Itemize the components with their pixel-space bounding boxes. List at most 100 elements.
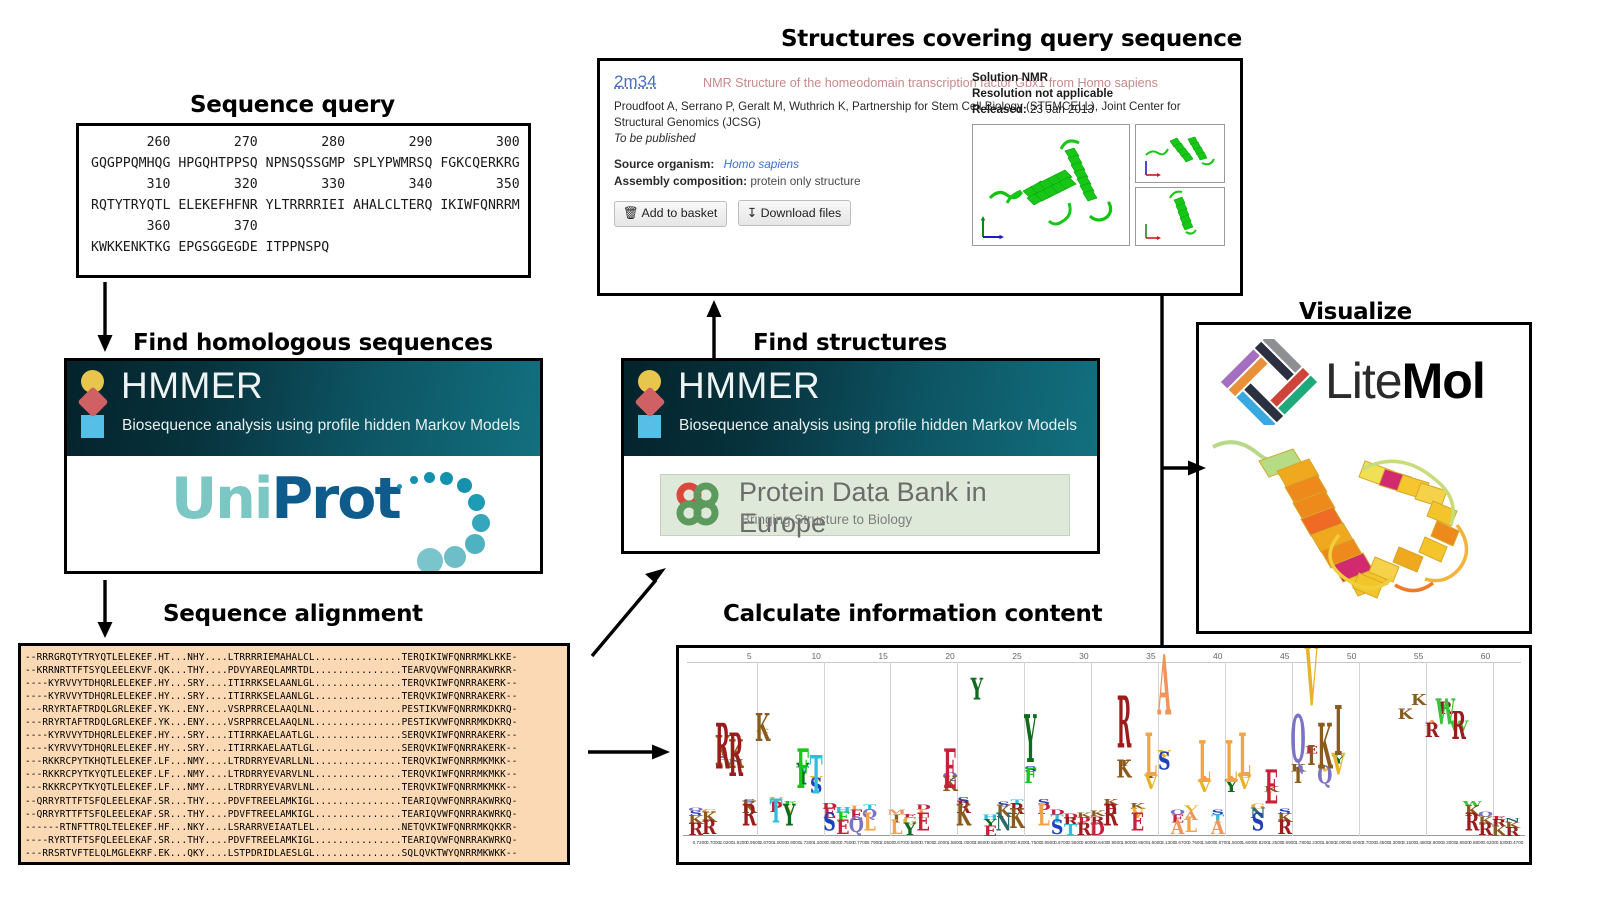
logo-axis-number: 2.1300 (1161, 840, 1176, 845)
alignment-row: ---RRYRTAFTRDQLGRLEKEF.YK...ENY....VSRPR… (25, 704, 518, 716)
logo-letter: K (955, 799, 971, 834)
logo-axis-number: 1.9000 (1121, 840, 1136, 845)
logo-axis-number: 1.8000 (1321, 840, 1336, 845)
sequence-logo-plot: 5 10 15 20 25 30 35 40 45 50 55 60 QSKRGKRSKRNKRSKR… (679, 648, 1529, 862)
logo-axis-number: 1.6000 (1241, 840, 1256, 845)
logo-axis-number: 0.5800 (906, 840, 921, 845)
logo-column: QKR (1478, 811, 1493, 839)
logo-axis-number: 3.6500 (973, 840, 988, 845)
square-icon (638, 415, 661, 438)
add-to-basket-button[interactable]: 🗑 Add to basket (614, 201, 728, 227)
logo-axis-number: 2.6700 (759, 840, 774, 845)
hmmer-banner: HMMER Biosequence analysis using profile… (67, 361, 540, 456)
alignment-row: ----RYRTTFTSFQLEELEKAF.SR...THY....PDVFT… (25, 834, 518, 846)
logo-column: SKR (1277, 808, 1292, 838)
logo-axis-number: 0.9500 (746, 840, 761, 845)
logo-axis-number: 1.7300 (799, 840, 814, 845)
arrow-hmmer2-to-structures (706, 300, 722, 358)
logo-axis-number: 1.2500 (1268, 840, 1283, 845)
download-icon: ↧ (746, 206, 758, 220)
alignment-row: ---RRYRTAFTRDQLGRLEKEF.YK...ENY....VSRPR… (25, 717, 518, 729)
logo-letter: E (1264, 762, 1278, 817)
diamond-icon (634, 386, 666, 418)
caption-calculate-info: Calculate information content (723, 601, 1103, 627)
logo-axis-number: 3.1500 (1402, 840, 1417, 845)
logo-column: SPL (1037, 798, 1050, 836)
uniprot-logo: UniProt (67, 456, 540, 571)
alignment-row: ---RKKRCPYTKHQTLELEKEF.LF...NMY....LTRDR… (25, 756, 518, 768)
alignment-row: --RRRGRQTYTRYQTLELEKEF.HT...NHY....LTRRR… (25, 652, 518, 663)
logo-axis-number: 3.3000 (1388, 840, 1403, 845)
structure-image-main[interactable] (972, 124, 1130, 246)
logo-axis-number: 1.0000 (960, 840, 975, 845)
logo-axis-number: 3.3000 (1442, 840, 1457, 845)
logo-letter: Y (1024, 705, 1037, 782)
logo-column: EGY (902, 813, 917, 840)
square-icon (81, 415, 104, 438)
arrow-alignment-to-logo (588, 744, 670, 760)
logo-letter: R (688, 820, 703, 840)
logo-column: VST (809, 748, 823, 836)
logo-axis-number: 0.8500 (826, 840, 841, 845)
litemol-text-lite: Lite (1325, 353, 1403, 409)
logo-letter: K (1317, 714, 1333, 788)
hmmer-title: HMMER (678, 365, 821, 406)
logo-column: QEA (1170, 809, 1185, 838)
caption-structures: Structures covering query sequence (781, 26, 1242, 52)
logo-letter: L (863, 808, 876, 838)
logo-column: IKR (1117, 687, 1132, 836)
logo-tick-label: 20 (945, 651, 955, 661)
logo-letter: R (701, 817, 717, 840)
hmmer-subtitle: Biosequence analysis using profile hidde… (122, 417, 521, 434)
logo-axis-number: 2.2000 (933, 840, 948, 845)
hmmer-banner: HMMER Biosequence analysis using profile… (624, 361, 1097, 456)
alignment-row: ----KYRVVYTDHQRLELEKEF.HY...SRY....ITIRR… (25, 730, 518, 742)
logo-column: EIV (1305, 648, 1319, 836)
logo-column: WKR (1462, 800, 1482, 836)
diamond-icon (77, 386, 109, 418)
logo-tick-label: 60 (1480, 651, 1491, 661)
litemol-3d-viewer[interactable] (1199, 425, 1529, 625)
logo-letter: Y (903, 820, 917, 840)
structures-panel: 2m34 NMR Structure of the homeodomain tr… (597, 58, 1243, 296)
hmmer-subtitle: Biosequence analysis using profile hidde… (679, 417, 1078, 434)
structure-image-side-bottom[interactable] (1135, 187, 1225, 246)
logo-column: SKN (996, 801, 1012, 836)
logo-axis-number: 3.6000 (1348, 840, 1363, 845)
logo-axis-number: 0.8200 (1254, 840, 1269, 845)
sequence-alignment-panel: --RRRGRQTYTRYQTLELEKEF.HT...NHY....LTRRR… (18, 643, 570, 865)
uniprot-text-uni: Uni (171, 466, 273, 532)
alignment-row: ---RKKRCPYTKYQTLELEKEF.LF...NMY....LTRDR… (25, 782, 518, 794)
logo-axis-number: 0.7600 (1187, 840, 1203, 845)
logo-letter: F (796, 740, 809, 804)
alignment-row: ---RRSRTVFTELQLMGLEKRF.EK...QKY....LSTPD… (25, 847, 518, 859)
assembly-value: protein only structure (750, 174, 861, 188)
hmmer-logo-shapes (77, 370, 109, 438)
logo-letter: Q (876, 648, 891, 836)
logo-axis-number: 1.0000 (772, 840, 788, 845)
logo-column: A (930, 747, 943, 836)
logo-axis-number: 0.5500 (987, 840, 1002, 845)
logo-axis-number: 0.9000 (786, 840, 801, 845)
logo-letter: R (742, 799, 757, 834)
structure-image-side-top[interactable] (1135, 124, 1225, 183)
arrow-hmmer-to-alignment (97, 580, 113, 638)
logo-letter: L (1037, 799, 1050, 834)
seq-line: 310 320 330 340 350 (91, 177, 520, 192)
logo-axis-number: 0.6700 (1054, 840, 1069, 845)
arrow-structures-to-litemol (1160, 296, 1206, 646)
hmmer-uniprot-panel: HMMER Biosequence analysis using profile… (64, 358, 543, 574)
logo-letter: F (1359, 648, 1371, 836)
logo-axis-number: 1.6000 (1147, 840, 1162, 845)
alignment-row: --QRRYRTTFTSFQLEELEKAF.SR...THY....PDVFT… (25, 808, 518, 820)
alignment-row: ----KYRVVYTDHQRLELEKEF.HY...SRY....ITIRR… (25, 743, 518, 755)
logo-axis-number: 2.2300 (1308, 840, 1323, 845)
source-organism-link[interactable]: Homo sapiens (724, 157, 799, 171)
download-files-button[interactable]: ↧ Download files (737, 200, 852, 226)
logo-column: VSA (1157, 648, 1171, 836)
alignment-row: --KRRNRTTFTSYQLEELEKVF.QK...THY....PDVYA… (25, 665, 518, 677)
litemol-logo: LiteMol (1199, 339, 1529, 425)
logo-column: N (1385, 702, 1398, 836)
logo-column: FVY (783, 799, 797, 836)
pdb-id-link[interactable]: 2m34 (614, 72, 657, 91)
